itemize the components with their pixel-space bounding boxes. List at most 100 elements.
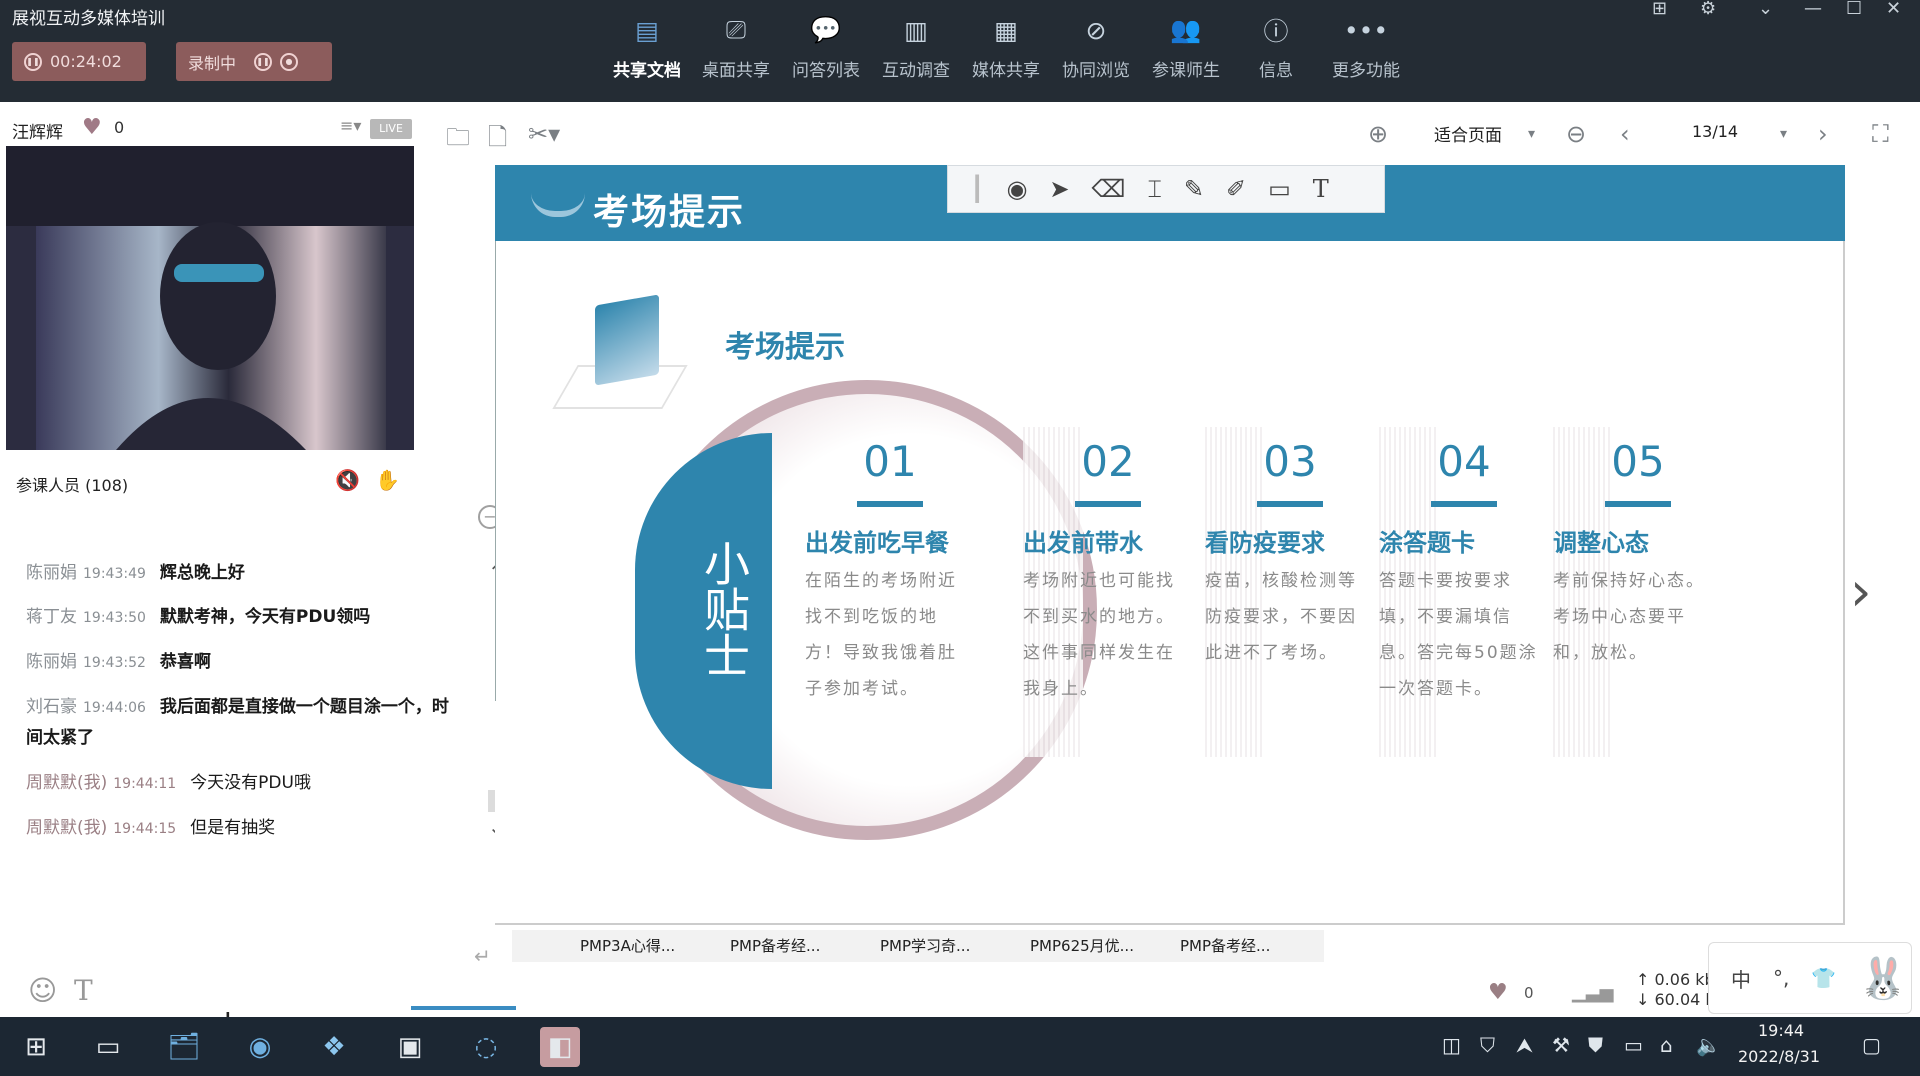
mute-all-icon[interactable]: 🔇 (335, 468, 360, 492)
new-doc-icon[interactable]: 🗋 (488, 120, 507, 161)
doc-tab[interactable]: PMP备考经... (1112, 930, 1270, 962)
next-slide-icon[interactable]: › (1850, 560, 1872, 623)
qa-list-icon: 💬 (810, 15, 842, 44)
text-format-icon[interactable]: T (74, 974, 93, 1007)
tip-bar (1605, 501, 1671, 507)
chat-message: 蒋丁友 19:43:50 默默考神，今天有PDU领吗 (26, 602, 456, 633)
doc-tab[interactable]: PMP3A心得... (512, 930, 675, 962)
tray-tool-icon[interactable]: ⚒ (1552, 1033, 1570, 1057)
slide-canvas[interactable]: 考场提示 ┃ ◉ ➤ ⌫ ⌶ ✎ ✐ ▭ T 考场提示 小贴士 01 出发前吃早… (495, 165, 1845, 925)
recording-status-pill[interactable]: 录制中 ❚❚ ● (176, 42, 332, 81)
laser-pointer-icon[interactable]: ◉ (1006, 175, 1027, 203)
tip-bar (1075, 501, 1141, 507)
raise-hand-icon[interactable]: ✋ (375, 468, 400, 492)
pen-icon[interactable]: ✎ (1184, 175, 1204, 203)
menu-attendees[interactable]: 👥 参课师生 (1143, 12, 1229, 81)
menu-doc-share[interactable]: ▤ 共享文档 (604, 12, 690, 82)
pointer-icon[interactable]: ⮝ (1516, 1033, 1533, 1057)
send-icon[interactable]: ↵ (474, 944, 491, 968)
page-dropdown-icon[interactable]: ▾ (1780, 126, 1787, 142)
eraser-icon[interactable]: ⌫ (1092, 175, 1126, 203)
next-page-icon[interactable]: › (1818, 120, 1828, 148)
stop-record-icon[interactable]: ● (280, 52, 299, 71)
chat-message: 陈丽娟 19:43:49 辉总晚上好 (26, 558, 456, 589)
meeting-app-icon[interactable]: ◌ (466, 1027, 506, 1067)
chat-time: 19:43:50 (83, 610, 146, 626)
tip-number: 02 (1081, 437, 1135, 486)
network-icon[interactable]: ⌂ (1660, 1033, 1673, 1057)
ime-skin-button[interactable]: 👕 (1811, 966, 1836, 990)
menu-info[interactable]: ⓘ 信息 (1233, 12, 1319, 81)
highlighter-icon[interactable]: ✐ (1226, 175, 1246, 203)
arrow-pointer-icon[interactable]: ➤ (1049, 175, 1069, 203)
maximize-icon[interactable]: ☐ (1846, 0, 1862, 19)
zoom-out-icon[interactable]: ⊖ (1566, 120, 1586, 148)
open-folder-icon[interactable]: 🗀 (446, 120, 470, 161)
page-indicator[interactable]: 13/14 (1692, 122, 1738, 141)
prev-page-icon[interactable]: ‹ (1620, 120, 1630, 148)
slide-subtitle: 考场提示 (725, 330, 845, 365)
text-tool-icon[interactable]: T (1313, 175, 1329, 203)
settings-icon[interactable]: ⚙ (1700, 0, 1716, 19)
windows-start-icon[interactable]: ⊞ (16, 1027, 56, 1067)
fullscreen-icon[interactable]: ⛶ (1872, 120, 1889, 148)
chat-time: 19:44:06 (83, 700, 146, 716)
security-icon[interactable]: ⛊ (1588, 1033, 1603, 1057)
pause-icon: ❚❚ (24, 52, 42, 71)
tip-bar (1257, 501, 1323, 507)
pause-record-icon[interactable]: ❚❚ (254, 52, 273, 71)
battery-icon[interactable]: ▭ (1624, 1033, 1643, 1057)
cube-icon (595, 294, 659, 386)
brush-icon[interactable]: ⌶ (1147, 175, 1161, 203)
top-header: 展视互动多媒体培训 ❚❚ 00:24:02 录制中 ❚❚ ● ▤ 共享文档 ⎚ … (0, 0, 1920, 102)
training-app-icon[interactable]: ◧ (540, 1027, 580, 1067)
chat-text: 今天没有PDU哦 (190, 773, 311, 793)
clipping-app-icon[interactable]: ▣ (390, 1027, 430, 1067)
notification-icon[interactable]: ▢ (1862, 1033, 1881, 1057)
scissors-icon[interactable]: ✂▾ (528, 120, 560, 148)
timer-pill[interactable]: ❚❚ 00:24:02 (12, 42, 146, 81)
doc-tab[interactable]: PMP备考经... (662, 930, 820, 962)
recording-elapsed: 00:24:02 (50, 52, 122, 71)
clock-time[interactable]: 19:44 (1758, 1021, 1804, 1040)
fit-dropdown-icon[interactable]: ▾ (1528, 126, 1535, 142)
fit-page-select[interactable]: 适合页面 (1434, 121, 1502, 146)
tray-app-icon[interactable]: ◫ (1442, 1033, 1461, 1057)
file-explorer-icon[interactable]: 🗂 (164, 1027, 204, 1067)
chat-app-icon[interactable]: ❖ (314, 1027, 354, 1067)
doc-tab[interactable]: PMP学习奇... (812, 930, 970, 962)
volume-icon[interactable]: 🔈 (1696, 1033, 1721, 1057)
browser-icon[interactable]: ◉ (240, 1027, 280, 1067)
tip-number: 01 (863, 437, 917, 486)
menu-survey[interactable]: ▥ 互动调查 (873, 12, 959, 82)
clock-date[interactable]: 2022/8/31 (1738, 1047, 1820, 1066)
menu-co-browse[interactable]: ⊘ 协同浏览 (1053, 12, 1139, 82)
chevron-down-icon[interactable]: ⌄ (1758, 0, 1773, 19)
menu-qa-list[interactable]: 💬 问答列表 (783, 12, 869, 81)
desktop-share-icon: ⎚ (725, 15, 746, 44)
heart-icon[interactable]: ♥ (1488, 980, 1508, 1005)
doc-tab[interactable]: PMP625月优... (962, 930, 1134, 962)
menu-more[interactable]: ••• 更多功能 (1323, 12, 1409, 82)
zoom-in-icon[interactable]: ⊕ (1368, 120, 1388, 148)
task-view-icon[interactable]: ▭ (88, 1027, 128, 1067)
shield-icon[interactable]: ⛉ (1480, 1033, 1495, 1057)
ime-punct-button[interactable]: °, (1773, 966, 1789, 990)
heart-icon[interactable]: ♥ (82, 115, 102, 140)
menu-desktop-share[interactable]: ⎚ 桌面共享 (693, 12, 779, 81)
tip-bar (1431, 501, 1497, 507)
chat-message: 周默默(我) 19:44:11 今天没有PDU哦 (26, 768, 456, 799)
menu-label: 桌面共享 (702, 61, 770, 81)
minimize-icon[interactable]: — (1804, 0, 1822, 19)
emoji-icon[interactable]: ☺ (28, 974, 57, 1007)
chat-input-indicator (411, 1006, 516, 1010)
list-menu-icon[interactable]: ≡▾ (340, 116, 361, 135)
grid-icon[interactable]: ⊞ (1652, 0, 1667, 19)
tip-title: 出发前带水 (1023, 529, 1143, 557)
menu-label: 信息 (1259, 61, 1293, 81)
close-icon[interactable]: ✕ (1886, 0, 1901, 19)
more-icon: ••• (1343, 15, 1389, 45)
menu-media-share[interactable]: ▦ 媒体共享 (963, 12, 1049, 82)
ime-mode-button[interactable]: 中 (1731, 964, 1751, 993)
rectangle-icon[interactable]: ▭ (1268, 175, 1291, 203)
